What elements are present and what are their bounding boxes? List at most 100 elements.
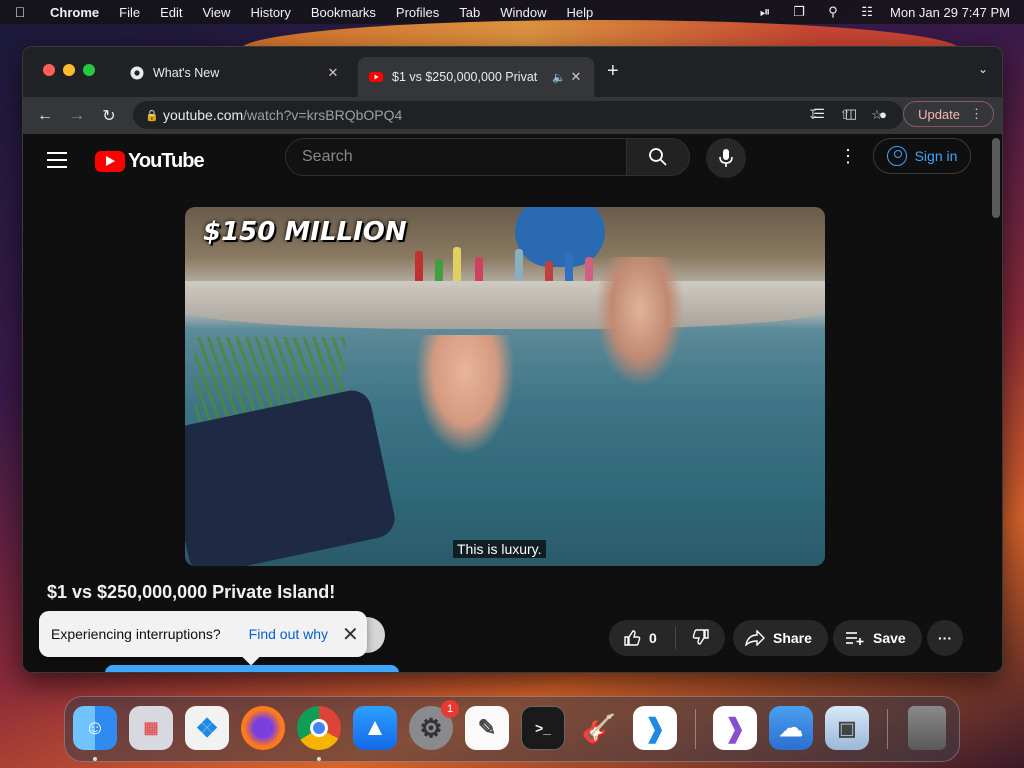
tab-whats-new[interactable]: What's New ✕	[119, 57, 351, 89]
menu-history[interactable]: History	[240, 5, 300, 20]
textedit-icon[interactable]: ✎	[465, 706, 509, 750]
chevron-down-icon[interactable]: ⌄	[978, 62, 988, 76]
search-button[interactable]	[626, 138, 690, 176]
account-icon	[886, 146, 907, 166]
address-bar[interactable]: 🔒 youtube.com/watch?v=krsBRQbOPQ4 ↧ ⇧ ☆	[133, 101, 903, 129]
more-actions-button[interactable]: ···	[927, 620, 963, 656]
tab-strip: What's New ✕ $1 vs $250,000,000 Privat 🔈…	[23, 47, 1002, 97]
apple-icon[interactable]: 	[0, 4, 40, 20]
search-input[interactable]: Search	[285, 138, 627, 176]
video-title: $1 vs $250,000,000 Private Island!	[47, 582, 336, 602]
menu-window[interactable]: Window	[490, 5, 556, 20]
menu-tab[interactable]: Tab	[449, 5, 490, 20]
forward-button[interactable]: →	[61, 107, 93, 125]
toast-pointer	[242, 648, 260, 666]
chrome-window: What's New ✕ $1 vs $250,000,000 Privat 🔈…	[22, 46, 1003, 673]
new-tab-button[interactable]: +	[607, 60, 619, 83]
menu-app-name[interactable]: Chrome	[40, 5, 109, 20]
youtube-page: YouTube Search ⋮ Sign in $150 MILLION Th…	[23, 134, 1002, 672]
browser-toolbar: ← → ↻ 🔒 youtube.com/watch?v=krsBRQbOPQ4 …	[23, 97, 1002, 134]
like-button[interactable]: 0	[609, 629, 675, 647]
close-window-button[interactable]	[43, 64, 55, 76]
close-icon[interactable]: ✕	[342, 622, 359, 647]
chrome-dock-icon[interactable]	[297, 706, 341, 750]
lock-icon[interactable]: 🔒	[145, 109, 163, 122]
dock-separator	[887, 709, 888, 749]
youtube-wordmark: YouTube	[128, 150, 205, 172]
spotlight-search-icon[interactable]: ⚲	[816, 4, 850, 20]
menu-clock[interactable]: Mon Jan 29 7:47 PM	[884, 5, 1010, 20]
url-path: /watch?v=krsBRQbOPQ4	[243, 107, 403, 123]
share-button[interactable]: Share	[733, 620, 828, 656]
safari-icon[interactable]: ❖	[185, 706, 229, 750]
youtube-header: YouTube Search ⋮ Sign in	[23, 134, 1002, 194]
sign-in-button[interactable]: Sign in	[873, 138, 971, 174]
update-button[interactable]: Update ⋮	[903, 101, 994, 127]
menu-edit[interactable]: Edit	[150, 5, 192, 20]
page-scrollbar[interactable]	[992, 138, 1000, 218]
control-center-icon[interactable]: ☷	[850, 4, 884, 20]
like-count: 0	[649, 630, 657, 646]
system-settings-icon[interactable]: ⚙ 1	[409, 700, 459, 750]
preview-icon[interactable]: ▣	[825, 706, 869, 750]
weather-icon[interactable]: ☁	[769, 706, 813, 750]
video-scene-person	[415, 335, 515, 455]
youtube-logo[interactable]: YouTube	[95, 150, 205, 173]
finder-icon[interactable]: ☺	[73, 706, 117, 750]
terminal-icon[interactable]: >_	[521, 706, 565, 750]
screen-mirroring-icon[interactable]: ❐	[782, 4, 816, 20]
back-button[interactable]: ←	[29, 107, 61, 125]
share-icon	[745, 630, 765, 646]
profile-icon[interactable]: ●	[867, 107, 899, 122]
firefox-icon[interactable]	[241, 706, 285, 750]
update-label: Update	[918, 106, 960, 122]
save-button[interactable]: Save	[833, 620, 922, 656]
search-icon	[649, 148, 667, 166]
settings-kebab-icon[interactable]: ⋮	[839, 146, 857, 167]
tab-youtube-video[interactable]: $1 vs $250,000,000 Privat 🔈 ✕	[358, 57, 594, 97]
dock: ☺ ▦ ❖ ▲ ⚙ 1 ✎ >_ 🎸 ❱ ❱ ☁ ▣	[64, 696, 960, 762]
find-out-why-link[interactable]: Find out why	[249, 626, 328, 642]
voice-search-button[interactable]	[706, 138, 746, 178]
close-tab-icon[interactable]: ✕	[325, 65, 341, 81]
trash-icon[interactable]	[908, 706, 946, 750]
speaker-icon[interactable]: 🔈	[550, 71, 568, 84]
kebab-menu-icon[interactable]: ⋮	[970, 106, 983, 122]
reload-button[interactable]: ↻	[93, 106, 125, 126]
toast-message: Experiencing interruptions?	[51, 626, 221, 642]
vscode-icon[interactable]: ❱	[633, 706, 677, 750]
save-label: Save	[873, 630, 906, 646]
video-player[interactable]: $150 MILLION This is luxury.	[185, 207, 825, 566]
app-store-icon[interactable]: ▲	[353, 706, 397, 750]
visual-studio-icon[interactable]: ❱	[713, 706, 757, 750]
video-overlay-text: $150 MILLION	[203, 217, 407, 247]
running-indicator	[317, 757, 321, 761]
menu-profiles[interactable]: Profiles	[386, 5, 449, 20]
chrome-icon	[129, 65, 145, 81]
running-indicator	[93, 757, 97, 761]
media-control-icon[interactable]: ⏯	[748, 4, 782, 20]
minimize-window-button[interactable]	[63, 64, 75, 76]
subscribe-strip[interactable]	[105, 665, 399, 672]
dock-separator	[695, 709, 696, 749]
youtube-play-icon	[95, 151, 125, 172]
interruption-toast: Experiencing interruptions? Find out why…	[39, 611, 367, 666]
video-scene-bottles	[405, 237, 605, 287]
thumbs-down-icon	[692, 628, 709, 645]
menu-bookmarks[interactable]: Bookmarks	[301, 5, 386, 20]
video-scene-bar	[185, 281, 825, 329]
side-panel-icon[interactable]: ◫	[835, 106, 867, 122]
menu-help[interactable]: Help	[557, 5, 604, 20]
thumbs-up-icon	[624, 630, 641, 646]
menu-file[interactable]: File	[109, 5, 150, 20]
hamburger-menu-icon[interactable]	[47, 152, 67, 173]
launchpad-icon[interactable]: ▦	[129, 706, 173, 750]
sign-in-label: Sign in	[914, 148, 958, 164]
notification-badge: 1	[441, 700, 459, 718]
media-queue-icon[interactable]: ☰	[803, 106, 835, 122]
close-tab-icon[interactable]: ✕	[568, 69, 584, 85]
garageband-icon[interactable]: 🎸	[577, 706, 621, 750]
menu-view[interactable]: View	[192, 5, 240, 20]
zoom-window-button[interactable]	[83, 64, 95, 76]
dislike-button[interactable]	[676, 628, 725, 649]
